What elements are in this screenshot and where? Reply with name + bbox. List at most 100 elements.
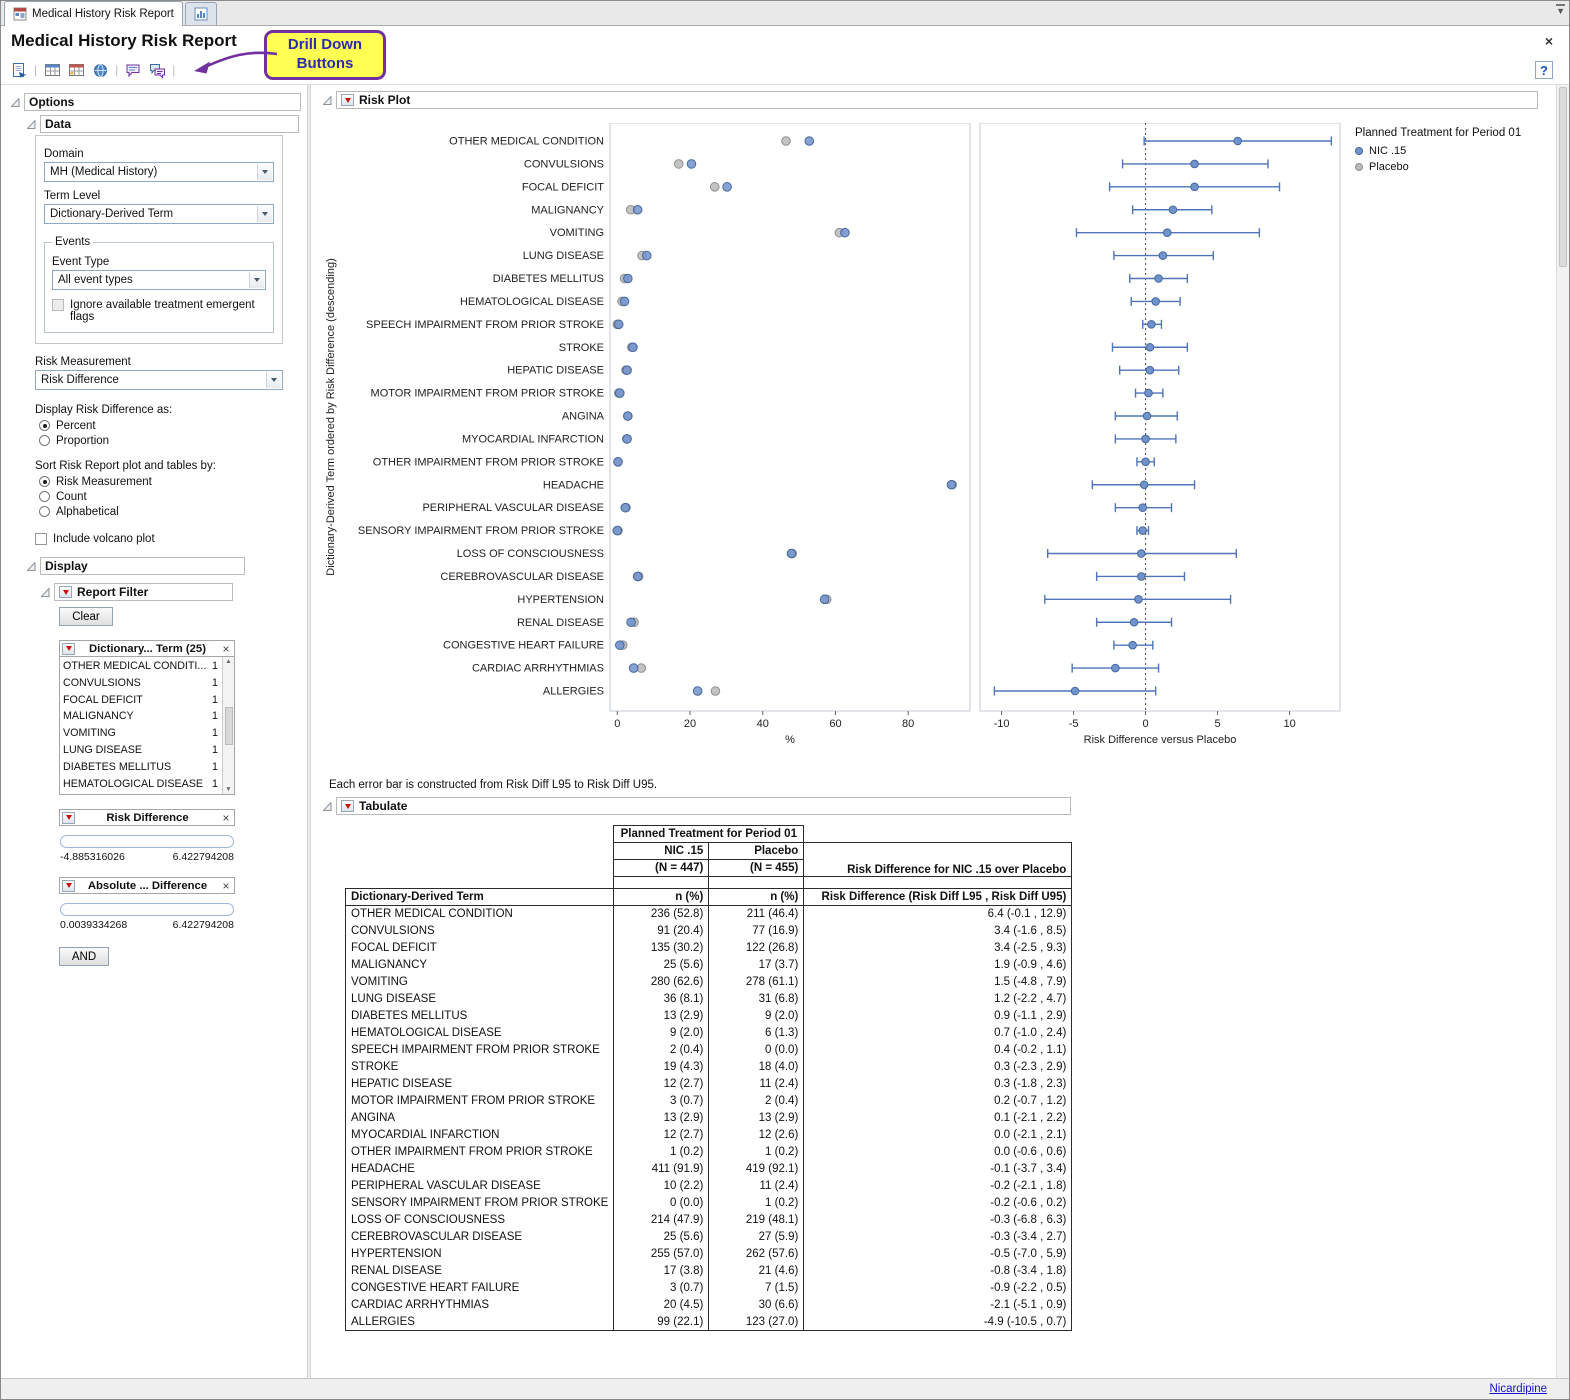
risk-diff-marker[interactable] (1163, 229, 1171, 237)
risk-diff-marker[interactable] (1135, 596, 1143, 604)
term-filter-item[interactable]: VOMITING1 (60, 725, 221, 742)
risk-diff-marker[interactable] (1145, 389, 1153, 397)
radio-sort-by-risk-measurement[interactable]: Risk Measurement (39, 474, 283, 489)
nic-marker[interactable] (623, 366, 632, 375)
table-row[interactable]: LOSS OF CONSCIOUSNESS214 (47.9)219 (48.1… (346, 1212, 1072, 1229)
risk-diff-marker[interactable] (1139, 504, 1147, 512)
risk-plot-menu-icon[interactable] (341, 94, 354, 106)
term-filter-item[interactable]: LUNG DISEASE1 (60, 742, 221, 759)
risk-diff-marker[interactable] (1155, 275, 1163, 283)
scroll-up-icon[interactable]: ▲ (225, 658, 231, 665)
term-level-select[interactable]: Dictionary-Derived Term (44, 204, 274, 224)
risk-diff-marker[interactable] (1152, 298, 1160, 306)
placebo-marker[interactable] (710, 183, 719, 192)
nic-marker[interactable] (947, 480, 956, 489)
risk-diff-marker[interactable] (1148, 321, 1156, 329)
event-type-select[interactable]: All event types (52, 270, 266, 290)
nic-marker[interactable] (633, 205, 642, 214)
close-filter-icon[interactable]: × (220, 880, 232, 892)
risk-diff-marker[interactable] (1139, 527, 1147, 535)
nic-marker[interactable] (841, 228, 850, 237)
radio-display-as-percent[interactable]: Percent (39, 418, 283, 433)
disclosure-icon[interactable] (11, 98, 20, 107)
radio-sort-by-alphabetical[interactable]: Alphabetical (39, 504, 283, 519)
close-filter-icon[interactable]: × (220, 643, 232, 655)
risk-diff-marker[interactable] (1140, 481, 1148, 489)
risk-diff-marker[interactable] (1130, 618, 1138, 626)
nic-marker[interactable] (627, 618, 636, 627)
term-filter-item[interactable]: HEMATOLOGICAL DISEASE1 (60, 776, 221, 793)
table-row[interactable]: VOMITING280 (62.6)278 (61.1)1.5 (-4.8 , … (346, 974, 1072, 991)
and-button[interactable]: AND (59, 947, 109, 966)
profile-drill-down-icon[interactable] (148, 61, 166, 79)
table-row[interactable]: MALIGNANCY25 (5.6)17 (3.7)1.9 (-0.9 , 4.… (346, 957, 1072, 974)
nic-marker[interactable] (787, 549, 796, 558)
table-row[interactable]: CONVULSIONS91 (20.4)77 (16.9)3.4 (-1.6 ,… (346, 923, 1072, 940)
disclosure-icon[interactable] (323, 802, 332, 811)
nic-marker[interactable] (614, 458, 623, 467)
nic-marker[interactable] (629, 664, 638, 673)
nic-marker[interactable] (616, 641, 625, 650)
close-icon[interactable]: × (1545, 33, 1553, 49)
run-report-icon[interactable] (10, 61, 28, 79)
table-row[interactable]: FOCAL DEFICIT135 (30.2)122 (26.8)3.4 (-2… (346, 940, 1072, 957)
legend-item-placebo[interactable]: Placebo (1355, 161, 1521, 173)
risk-diff-marker[interactable] (1146, 343, 1154, 351)
table-row[interactable]: OTHER MEDICAL CONDITION236 (52.8)211 (46… (346, 906, 1072, 923)
nic-marker[interactable] (820, 595, 829, 604)
nic-marker[interactable] (614, 320, 623, 329)
risk-diff-marker[interactable] (1137, 573, 1145, 581)
summary-table-icon[interactable] (67, 61, 85, 79)
scrollbar-thumb[interactable] (225, 707, 233, 745)
risk-diff-marker[interactable] (1142, 435, 1150, 443)
table-row[interactable]: MOTOR IMPAIRMENT FROM PRIOR STROKE3 (0.7… (346, 1093, 1072, 1110)
nic-marker[interactable] (624, 412, 633, 421)
risk-diff-marker[interactable] (1143, 412, 1151, 420)
risk-diff-marker[interactable] (1129, 641, 1137, 649)
scroll-down-icon[interactable]: ▼ (225, 786, 231, 793)
table-row[interactable]: RENAL DISEASE17 (3.8)21 (4.6)-0.8 (-3.4 … (346, 1263, 1072, 1280)
placebo-marker[interactable] (782, 137, 791, 146)
nic-marker[interactable] (613, 526, 622, 535)
radio-display-as-proportion[interactable]: Proportion (39, 433, 283, 448)
red-triangle-menu-icon[interactable] (62, 812, 75, 824)
disclosure-icon[interactable] (27, 120, 36, 129)
risk-diff-marker[interactable] (1137, 550, 1145, 558)
table-row[interactable]: PERIPHERAL VASCULAR DISEASE10 (2.2)11 (2… (346, 1178, 1072, 1195)
placebo-marker[interactable] (711, 687, 720, 696)
red-triangle-menu-icon[interactable] (62, 880, 75, 892)
table-row[interactable]: STROKE19 (4.3)18 (4.0)0.3 (-2.3 , 2.9) (346, 1059, 1072, 1076)
table-row[interactable]: ALLERGIES99 (22.1)123 (27.0)-4.9 (-10.5 … (346, 1314, 1072, 1331)
close-filter-icon[interactable]: × (220, 812, 232, 824)
tabulate-menu-icon[interactable] (341, 800, 354, 812)
abs-range-slider[interactable] (60, 903, 234, 916)
window-menu-icon[interactable]: ▼ (1556, 4, 1565, 16)
risk-measurement-select[interactable]: Risk Difference (35, 370, 283, 390)
disclosure-icon[interactable] (323, 96, 332, 105)
ignore-flags-checkbox[interactable]: Ignore available treatment emergent flag… (52, 299, 266, 323)
vertical-scrollbar[interactable] (1556, 85, 1569, 1378)
nic-marker[interactable] (805, 137, 814, 146)
risk-diff-marker[interactable] (1234, 137, 1242, 145)
term-filter-scrollbar[interactable]: ▲ ▼ (222, 657, 234, 794)
term-filter-item[interactable]: MALIGNANCY1 (60, 708, 221, 725)
term-filter-item[interactable]: DIABETES MELLITUS1 (60, 759, 221, 776)
risk-diff-marker[interactable] (1169, 206, 1177, 214)
table-row[interactable]: HEADACHE411 (91.9)419 (92.1)-0.1 (-3.7 ,… (346, 1161, 1072, 1178)
legend-item-nic[interactable]: NIC .15 (1355, 145, 1521, 157)
nic-marker[interactable] (693, 687, 702, 696)
table-row[interactable]: ANGINA13 (2.9)13 (2.9)0.1 (-2.1 , 2.2) (346, 1110, 1072, 1127)
placebo-marker[interactable] (674, 160, 683, 169)
tab-medical-history-risk-report[interactable]: Medical History Risk Report (4, 1, 183, 26)
risk-diff-marker[interactable] (1191, 160, 1199, 168)
risk-diff-marker[interactable] (1142, 458, 1150, 466)
table-row[interactable]: LUNG DISEASE36 (8.1)31 (6.8)1.2 (-2.2 , … (346, 991, 1072, 1008)
nic-marker[interactable] (633, 572, 642, 581)
term-filter-item[interactable]: OTHER MEDICAL CONDITI...1 (60, 658, 221, 675)
nicardipine-link[interactable]: Nicardipine (1489, 1383, 1547, 1395)
disclosure-icon[interactable] (27, 562, 36, 571)
table-row[interactable]: MYOCARDIAL INFARCTION12 (2.7)12 (2.6)0.0… (346, 1127, 1072, 1144)
table-row[interactable]: HYPERTENSION255 (57.0)262 (57.6)-0.5 (-7… (346, 1246, 1072, 1263)
scrollbar-thumb[interactable] (1559, 87, 1567, 267)
red-triangle-menu-icon[interactable] (59, 586, 72, 598)
